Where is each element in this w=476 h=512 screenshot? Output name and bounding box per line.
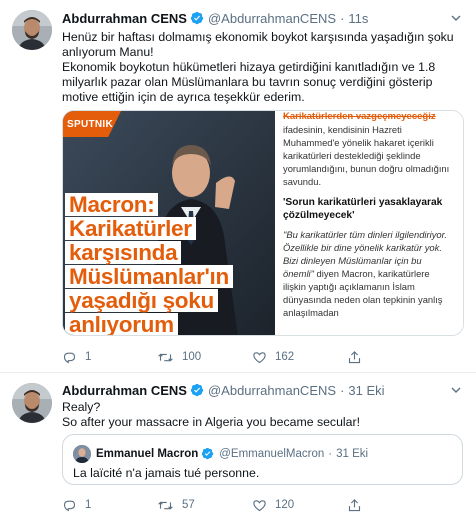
tweet-text: Realy? So after your massacre in Algeria…	[62, 400, 468, 430]
separator-dot: ·	[340, 10, 345, 26]
retweet-button[interactable]: 100	[157, 350, 252, 365]
tweet-text-line: Ekonomik boykotun hükümetleri hizaya get…	[62, 60, 436, 104]
tweet-text: Henüz bir haftası dolmamış ekonomik boyk…	[62, 30, 468, 105]
separator-dot: ·	[328, 448, 333, 460]
author-avatar[interactable]	[12, 10, 52, 50]
chevron-down-icon[interactable]	[448, 382, 464, 398]
article-subheading: 'Sorun karikatürleri yasaklayarak çözülm…	[283, 197, 443, 221]
like-button[interactable]: 120	[252, 498, 347, 512]
media-headline: Macron: Karikatürler karşısında Müslüman…	[65, 193, 275, 335]
quoted-tweet-header: Emmanuel Macron @EmmanuelMacron · 31 Eki	[73, 445, 368, 463]
article-paragraph: "Bu karikatürler tüm dinleri ilgilendiri…	[283, 228, 455, 319]
headline-line: anlıyorum	[65, 313, 178, 335]
like-count: 162	[275, 351, 295, 363]
headline-line: Karikatürler	[65, 217, 196, 240]
share-button[interactable]	[347, 350, 442, 365]
like-icon	[252, 350, 267, 365]
tweet[interactable]: Abdurrahman CENS @AbdurrahmanCENS · 11s …	[0, 0, 476, 373]
reply-button[interactable]: 1	[62, 350, 157, 365]
quoted-author-handle: @EmmanuelMacron	[219, 448, 325, 460]
article-title: Karikatürlerden vazgeçmeyeceğiz	[283, 111, 436, 122]
tweet-text-line: Henüz bir haftası dolmamış ekonomik boyk…	[62, 30, 454, 59]
tweet[interactable]: Abdurrahman CENS @AbdurrahmanCENS · 31 E…	[0, 373, 476, 512]
reply-count: 1	[85, 351, 92, 363]
tweet-timestamp[interactable]: 11s	[348, 11, 368, 26]
tweet-header: Abdurrahman CENS @AbdurrahmanCENS · 11s	[62, 9, 368, 27]
headline-line: karşısında	[65, 241, 182, 264]
tweet-text-line: Realy?	[62, 400, 101, 414]
headline-line: Müslümanlar'ın	[65, 265, 233, 288]
author-name[interactable]: Abdurrahman CENS	[62, 11, 187, 26]
retweet-count: 57	[182, 499, 195, 511]
retweet-button[interactable]: 57	[157, 498, 252, 512]
retweet-count: 100	[182, 351, 202, 363]
share-button[interactable]	[347, 498, 442, 512]
headline-line: yaşadığı şoku	[65, 289, 218, 312]
tweet-text-line: So after your massacre in Algeria you be…	[62, 415, 361, 429]
verified-badge-icon	[190, 383, 204, 397]
quoted-tweet[interactable]: Emmanuel Macron @EmmanuelMacron · 31 Eki…	[62, 434, 463, 485]
quoted-author-avatar	[73, 445, 91, 463]
headline-line: Macron:	[65, 193, 159, 216]
media-photo: SPUTNIK Macron: Karikatürler karşısında …	[63, 111, 275, 335]
tweet-timestamp[interactable]: 31 Eki	[348, 383, 384, 398]
tweet-header: Abdurrahman CENS @AbdurrahmanCENS · 31 E…	[62, 381, 385, 399]
like-button[interactable]: 162	[252, 350, 347, 365]
verified-badge-icon	[190, 11, 204, 25]
author-name[interactable]: Abdurrahman CENS	[62, 383, 187, 398]
like-count: 120	[275, 499, 295, 511]
quoted-author-name: Emmanuel Macron	[96, 448, 199, 460]
retweet-icon	[157, 350, 174, 365]
author-handle[interactable]: @AbdurrahmanCENS	[208, 383, 336, 398]
author-avatar[interactable]	[12, 383, 52, 423]
reply-icon	[62, 498, 77, 512]
share-icon	[347, 498, 362, 512]
chevron-down-icon[interactable]	[448, 10, 464, 26]
media-article: Karikatürlerden vazgeçmeyeceğiz ifadesin…	[275, 111, 463, 335]
separator-dot: ·	[340, 382, 345, 398]
reply-count: 1	[85, 499, 92, 511]
tweet-actions: 1 57 120	[62, 497, 442, 512]
share-icon	[347, 350, 362, 365]
reply-icon	[62, 350, 77, 365]
author-handle[interactable]: @AbdurrahmanCENS	[208, 11, 336, 26]
retweet-icon	[157, 498, 174, 512]
article-paragraph: ifadesinin, kendisinin Hazreti Muhammed'…	[283, 124, 450, 187]
quoted-tweet-text: La laïcité n'a jamais tué personne.	[73, 466, 260, 480]
tweet-actions: 1 100 162	[62, 349, 442, 365]
reply-button[interactable]: 1	[62, 498, 157, 512]
quoted-timestamp: 31 Eki	[336, 448, 369, 460]
like-icon	[252, 498, 267, 512]
verified-badge-icon	[201, 447, 215, 461]
tweet-media[interactable]: SPUTNIK Macron: Karikatürler karşısında …	[62, 110, 464, 336]
